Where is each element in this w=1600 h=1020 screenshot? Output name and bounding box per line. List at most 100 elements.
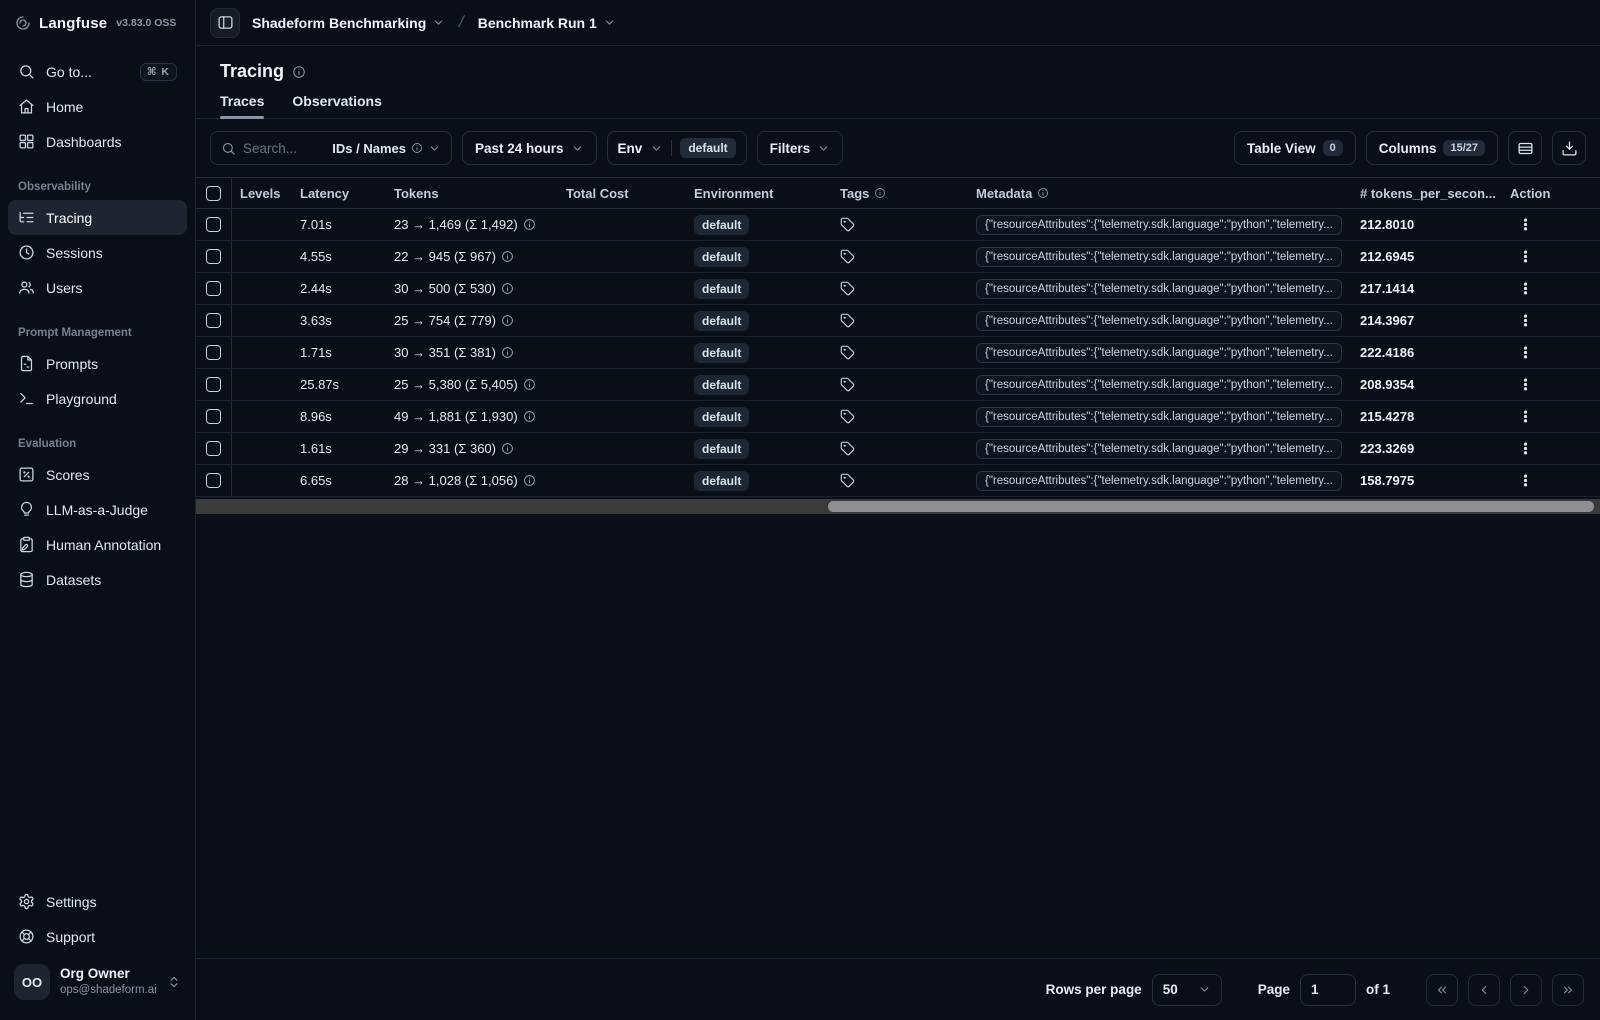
col-tokens[interactable]: Tokens — [386, 186, 558, 201]
row-checkbox[interactable] — [206, 281, 221, 296]
info-icon[interactable] — [501, 282, 514, 295]
sidebar-item-users[interactable]: Users — [8, 270, 187, 305]
row-actions-button[interactable] — [1518, 249, 1533, 264]
row-actions-button[interactable] — [1518, 217, 1533, 232]
info-icon[interactable] — [501, 346, 514, 359]
col-levels[interactable]: Levels — [232, 186, 292, 201]
tag-icon[interactable] — [840, 313, 855, 328]
search-mode-dropdown[interactable]: IDs / Names — [332, 141, 441, 156]
row-actions-button[interactable] — [1518, 281, 1533, 296]
sidebar-item-support[interactable]: Support — [8, 919, 187, 954]
sidebar-item-goto[interactable]: Go to... ⌘ K — [8, 54, 187, 89]
metadata-pill[interactable]: {"resourceAttributes":{"telemetry.sdk.la… — [976, 310, 1342, 331]
metadata-pill[interactable]: {"resourceAttributes":{"telemetry.sdk.la… — [976, 214, 1342, 235]
row-checkbox[interactable] — [206, 217, 221, 232]
metadata-pill[interactable]: {"resourceAttributes":{"telemetry.sdk.la… — [976, 342, 1342, 363]
env-filter[interactable]: Env default — [606, 131, 747, 165]
tag-icon[interactable] — [840, 377, 855, 392]
tag-icon[interactable] — [840, 345, 855, 360]
metadata-pill[interactable]: {"resourceAttributes":{"telemetry.sdk.la… — [976, 438, 1342, 459]
sidebar-item-human-annotation[interactable]: Human Annotation — [8, 527, 187, 562]
tab-observations[interactable]: Observations — [292, 93, 381, 118]
row-actions-button[interactable] — [1518, 345, 1533, 360]
horizontal-scrollbar[interactable] — [196, 499, 1600, 514]
tab-traces[interactable]: Traces — [220, 93, 265, 119]
table-row[interactable]: 3.63s 25 → 754 (Σ 779) default {"resourc… — [196, 305, 1600, 337]
tag-icon[interactable] — [840, 409, 855, 424]
metadata-pill[interactable]: {"resourceAttributes":{"telemetry.sdk.la… — [976, 374, 1342, 395]
sidebar-toggle-button[interactable] — [210, 7, 240, 38]
last-page-button[interactable] — [1552, 973, 1584, 1006]
row-checkbox[interactable] — [206, 313, 221, 328]
info-icon[interactable] — [523, 218, 536, 231]
col-environment[interactable]: Environment — [686, 186, 832, 201]
table-row[interactable]: 4.55s 22 → 945 (Σ 967) default {"resourc… — [196, 241, 1600, 273]
sidebar-item-tracing[interactable]: Tracing — [8, 200, 187, 235]
table-row[interactable]: 7.01s 23 → 1,469 (Σ 1,492) default {"res… — [196, 209, 1600, 241]
filters-button[interactable]: Filters — [756, 131, 844, 165]
next-page-button[interactable] — [1510, 973, 1542, 1006]
col-tokens-per-second[interactable]: # tokens_per_secon... — [1352, 186, 1502, 201]
row-actions-button[interactable] — [1518, 473, 1533, 488]
col-metadata[interactable]: Metadata — [968, 186, 1352, 201]
table-view-button[interactable]: Table View 0 — [1234, 131, 1356, 165]
info-icon[interactable] — [501, 314, 514, 327]
sidebar-item-prompts[interactable]: Prompts — [8, 346, 187, 381]
row-actions-button[interactable] — [1518, 377, 1533, 392]
row-checkbox[interactable] — [206, 345, 221, 360]
metadata-pill[interactable]: {"resourceAttributes":{"telemetry.sdk.la… — [976, 406, 1342, 427]
columns-button[interactable]: Columns 15/27 — [1365, 131, 1498, 165]
tag-icon[interactable] — [840, 473, 855, 488]
row-checkbox[interactable] — [206, 441, 221, 456]
row-checkbox[interactable] — [206, 409, 221, 424]
info-icon[interactable] — [523, 410, 536, 423]
row-actions-button[interactable] — [1518, 441, 1533, 456]
table-row[interactable]: 2.44s 30 → 500 (Σ 530) default {"resourc… — [196, 273, 1600, 305]
tag-icon[interactable] — [840, 281, 855, 296]
scrollbar-thumb[interactable] — [827, 501, 1594, 512]
row-checkbox[interactable] — [206, 473, 221, 488]
first-page-button[interactable] — [1426, 973, 1458, 1006]
time-range-button[interactable]: Past 24 hours — [462, 131, 597, 165]
row-actions-button[interactable] — [1518, 409, 1533, 424]
row-height-button[interactable] — [1508, 131, 1542, 165]
user-menu[interactable]: OO Org Owner ops@shadeform.ai — [8, 954, 187, 1012]
table-row[interactable]: 1.61s 29 → 331 (Σ 360) default {"resourc… — [196, 433, 1600, 465]
info-icon[interactable] — [523, 378, 536, 391]
col-total-cost[interactable]: Total Cost — [558, 186, 686, 201]
breadcrumb-org[interactable]: Shadeform Benchmarking — [252, 15, 445, 31]
metadata-pill[interactable]: {"resourceAttributes":{"telemetry.sdk.la… — [976, 246, 1342, 267]
table-row[interactable]: 25.87s 25 → 5,380 (Σ 5,405) default {"re… — [196, 369, 1600, 401]
info-icon[interactable] — [292, 65, 306, 79]
sidebar-item-sessions[interactable]: Sessions — [8, 235, 187, 270]
sidebar-item-home[interactable]: Home — [8, 89, 187, 124]
info-icon[interactable] — [523, 474, 536, 487]
prev-page-button[interactable] — [1468, 973, 1500, 1006]
info-icon[interactable] — [501, 250, 514, 263]
search-input[interactable] — [243, 140, 313, 156]
sidebar-item-scores[interactable]: Scores — [8, 457, 187, 492]
sidebar-item-datasets[interactable]: Datasets — [8, 562, 187, 597]
sidebar-item-llm-judge[interactable]: LLM-as-a-Judge — [8, 492, 187, 527]
info-icon[interactable] — [501, 442, 514, 455]
breadcrumb-project[interactable]: Benchmark Run 1 — [478, 15, 616, 31]
tag-icon[interactable] — [840, 441, 855, 456]
select-all-checkbox[interactable] — [206, 185, 221, 201]
row-checkbox[interactable] — [206, 249, 221, 264]
export-button[interactable] — [1552, 131, 1586, 165]
table-row[interactable]: 6.65s 28 → 1,028 (Σ 1,056) default {"res… — [196, 465, 1600, 497]
col-tags[interactable]: Tags — [832, 186, 968, 201]
sidebar-item-playground[interactable]: Playground — [8, 381, 187, 416]
table-row[interactable]: 8.96s 49 → 1,881 (Σ 1,930) default {"res… — [196, 401, 1600, 433]
metadata-pill[interactable]: {"resourceAttributes":{"telemetry.sdk.la… — [976, 278, 1342, 299]
rows-per-page-select[interactable]: 50 — [1151, 973, 1222, 1006]
col-latency[interactable]: Latency — [292, 186, 386, 201]
metadata-pill[interactable]: {"resourceAttributes":{"telemetry.sdk.la… — [976, 470, 1342, 491]
table-row[interactable]: 1.71s 30 → 351 (Σ 381) default {"resourc… — [196, 337, 1600, 369]
tag-icon[interactable] — [840, 249, 855, 264]
tag-icon[interactable] — [840, 217, 855, 232]
row-checkbox[interactable] — [206, 377, 221, 392]
page-input[interactable] — [1299, 973, 1356, 1006]
sidebar-item-settings[interactable]: Settings — [8, 884, 187, 919]
row-actions-button[interactable] — [1518, 313, 1533, 328]
